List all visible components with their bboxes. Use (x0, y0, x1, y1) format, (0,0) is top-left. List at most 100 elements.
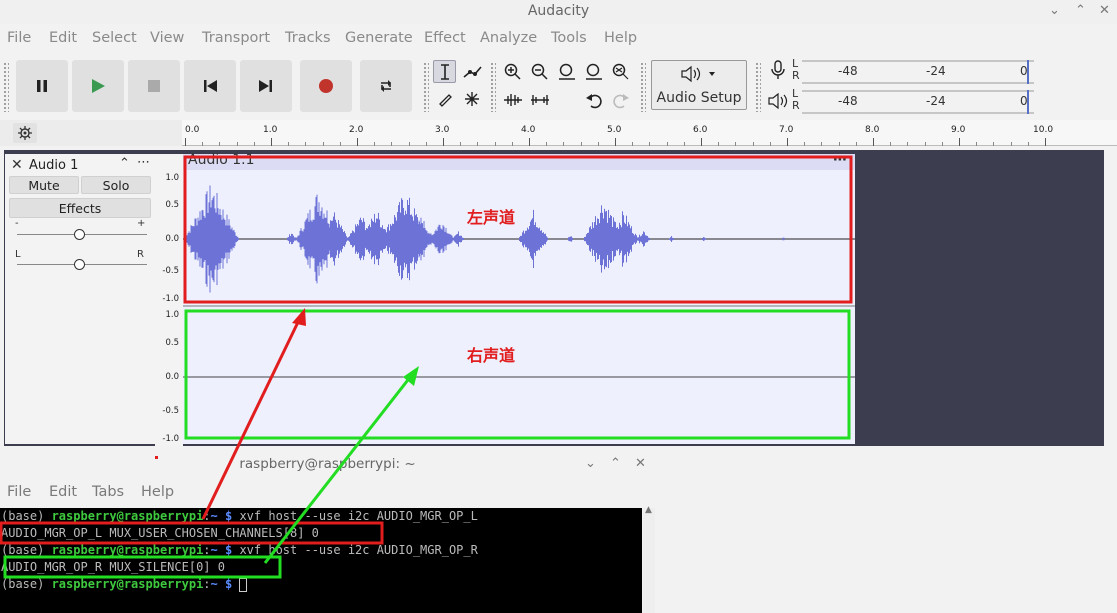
draw-tool[interactable] (433, 87, 456, 110)
toolbar-grip-icon[interactable] (3, 62, 9, 112)
terminal-menu-tabs[interactable]: Tabs (92, 484, 124, 500)
terminal-scrollbar[interactable]: ▲ (643, 505, 655, 613)
scroll-up-icon[interactable]: ▲ (645, 505, 652, 515)
menu-edit[interactable]: Edit (49, 30, 77, 46)
vruler-label: -1.0 (162, 434, 179, 444)
envelope-icon (462, 65, 482, 78)
vruler-label: -1.0 (162, 294, 179, 304)
effects-button[interactable]: Effects (9, 198, 151, 218)
track-menu-icon[interactable]: ⋯ (137, 155, 150, 170)
ruler-tick (185, 138, 186, 146)
menu-tracks[interactable]: Tracks (285, 30, 331, 46)
fit-project-button[interactable] (582, 60, 606, 83)
prompt-dir: ~ $ (210, 577, 233, 591)
ruler-tick (873, 138, 874, 146)
mute-button[interactable]: Mute (9, 176, 79, 194)
prompt-env: (base) (1, 509, 52, 523)
ruler-tick (769, 142, 771, 146)
track-control-panel[interactable]: ✕ Audio 1 ⌃ ⋯ Mute Solo Effects - + L R (5, 154, 155, 444)
timeline-settings-button[interactable] (13, 123, 37, 143)
close-track-icon[interactable]: ✕ (11, 157, 23, 173)
zoom-in-button[interactable] (501, 60, 525, 83)
menu-transport[interactable]: Transport (202, 30, 270, 46)
timeline-label: 5.0 (607, 125, 622, 135)
meter-grip-icon[interactable] (755, 62, 761, 112)
collapse-track-icon[interactable]: ⌃ (119, 156, 130, 171)
record-meter[interactable]: L R -48 -24 0 (792, 58, 1036, 84)
multi-tool[interactable] (460, 87, 483, 110)
trim-button[interactable] (501, 88, 525, 111)
undo-button[interactable] (582, 88, 606, 111)
zoom-out-button[interactable] (528, 60, 552, 83)
terminal-cursor (239, 577, 248, 592)
pause-button[interactable] (16, 60, 68, 112)
menu-help[interactable]: Help (604, 30, 637, 46)
terminal-close-icon[interactable]: ✕ (635, 456, 646, 471)
terminal-output-line: AUDIO_MGR_OP_R MUX_SILENCE[0] 0 (1, 560, 225, 574)
zoom-toggle-button[interactable] (609, 60, 633, 83)
terminal-menu-help[interactable]: Help (141, 484, 174, 500)
menu-generate[interactable]: Generate (345, 30, 413, 46)
envelope-tool[interactable] (460, 60, 483, 83)
menu-file[interactable]: File (7, 30, 31, 46)
silence-button[interactable] (528, 88, 552, 111)
solo-button[interactable]: Solo (81, 176, 151, 194)
skip-start-icon (204, 80, 217, 92)
timeline-label: 8.0 (865, 125, 880, 135)
ruler-tick (615, 138, 616, 146)
menu-view[interactable]: View (150, 30, 184, 46)
play-button[interactable] (72, 60, 124, 112)
loop-button[interactable] (360, 60, 412, 112)
terminal-menu-edit[interactable]: Edit (49, 484, 77, 500)
ruler-tick (425, 142, 427, 146)
ruler-tick (666, 142, 668, 146)
menu-effect[interactable]: Effect (424, 30, 466, 46)
gain-slider-knob[interactable] (74, 229, 85, 240)
ruler-tick (408, 142, 410, 146)
track-name[interactable]: Audio 1 (29, 158, 78, 173)
skip-to-start-button[interactable] (184, 60, 236, 112)
audio-clip[interactable]: Audio 1.1 ⋯ (183, 152, 855, 444)
terminal-maximize-icon[interactable]: ⌃ (610, 456, 621, 471)
ruler-tick (219, 142, 221, 146)
audio-setup-button[interactable]: Audio Setup (651, 60, 747, 110)
menu-select[interactable]: Select (92, 30, 137, 46)
minimize-icon[interactable]: ⌄ (1049, 3, 1060, 18)
timeline-label: 10.0 (1033, 125, 1054, 135)
pan-slider-knob[interactable] (74, 259, 85, 270)
prompt-dir: ~ $ (210, 509, 233, 523)
ruler-tick (941, 142, 943, 146)
menu-analyze[interactable]: Analyze (480, 30, 537, 46)
prompt-separator: : (203, 577, 211, 591)
pencil-icon (438, 93, 452, 107)
record-button[interactable] (300, 60, 352, 112)
ruler-tick (838, 142, 840, 146)
vertical-ruler[interactable]: 1.0 0.5 0.0 -0.5 -1.0 1.0 0.5 0.0 -0.5 -… (155, 154, 183, 446)
ruler-tick (787, 138, 788, 146)
playback-meter-button[interactable] (766, 89, 790, 112)
ruler-tick (546, 142, 548, 146)
stop-button[interactable] (128, 60, 180, 112)
terminal-window[interactable]: raspberry@raspberrypi: ~ ⌄ ⌃ ✕ File Edit… (0, 450, 655, 613)
terminal-output[interactable]: (base) raspberry@raspberrypi:~ $ xvf_hos… (0, 508, 642, 613)
playback-meter[interactable]: L R -48 -24 0 (792, 88, 1036, 114)
redo-button[interactable] (609, 88, 633, 111)
menu-tools[interactable]: Tools (551, 30, 587, 46)
ruler-tick (305, 142, 307, 146)
record-meter-button[interactable] (766, 58, 790, 81)
close-icon[interactable]: ✕ (1099, 3, 1110, 18)
terminal-menu-file[interactable]: File (7, 484, 31, 500)
zoom-out-icon (531, 63, 548, 80)
terminal-minimize-icon[interactable]: ⌄ (585, 456, 596, 471)
timeline-label: 9.0 (951, 125, 966, 135)
ruler-tick (1010, 142, 1012, 146)
maximize-icon[interactable]: ⌃ (1075, 3, 1086, 18)
selection-tool[interactable] (433, 60, 456, 83)
device-grip-icon[interactable] (640, 62, 646, 112)
fit-selection-button[interactable] (555, 60, 579, 83)
tools-grip-icon[interactable] (423, 62, 429, 112)
timeline-ruler[interactable]: 0.0 1.0 2.0 3.0 4.0 5.0 6.0 7.0 8.0 9.0 … (182, 120, 1117, 146)
redo-icon (613, 93, 629, 108)
skip-to-end-button[interactable] (240, 60, 292, 112)
edit-grip-icon[interactable] (490, 62, 496, 112)
